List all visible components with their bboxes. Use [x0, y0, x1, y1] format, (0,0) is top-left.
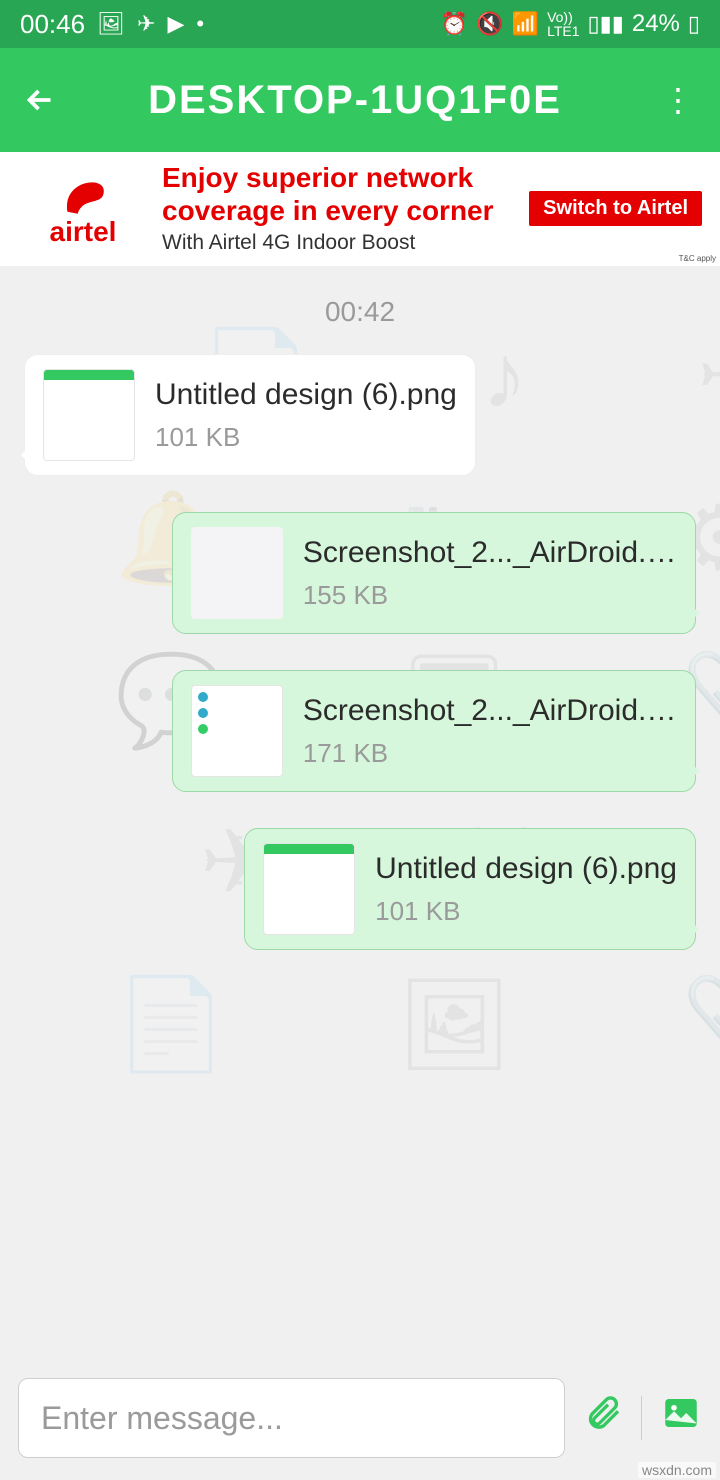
input-bar: Enter message... — [18, 1378, 702, 1458]
file-size: 171 KB — [303, 738, 677, 769]
dot-icon: • — [196, 11, 204, 37]
chat-area: 📄 ♪ ✈ 🔔 📷 ⚙ 💬 🖥 📎 ✉ ✈ 🎮 ♪ 📄 🖼 📎 00:42 Un… — [0, 266, 720, 1370]
separator — [641, 1396, 642, 1440]
file-size: 101 KB — [375, 896, 677, 927]
attach-button[interactable] — [583, 1393, 623, 1443]
file-thumbnail — [191, 685, 283, 777]
ad-logo: airtel — [18, 170, 148, 248]
file-size: 155 KB — [303, 580, 677, 611]
watermark: wsxdn.com — [638, 1462, 716, 1478]
ad-brand: airtel — [50, 216, 117, 248]
message-input[interactable]: Enter message... — [18, 1378, 565, 1458]
battery-icon: ▯ — [688, 11, 700, 37]
message-outgoing[interactable]: Untitled design (6).png 101 KB — [24, 828, 696, 950]
message-outgoing[interactable]: Screenshot_2..._AirDroid.jpg 155 KB — [24, 512, 696, 634]
ad-terms: T&C apply — [679, 254, 716, 263]
wifi-icon: 📶 — [512, 11, 539, 37]
signal-icon: ▯▮▮ — [588, 11, 624, 37]
status-time: 00:46 — [20, 9, 85, 40]
status-right: ⏰ 🔇 📶 Vo))LTE1 ▯▮▮ 24% ▯ — [441, 10, 700, 38]
app-bar: DESKTOP-1UQ1F0E ⋮ — [0, 48, 720, 152]
ad-subheadline: With Airtel 4G Indoor Boost — [162, 231, 529, 255]
file-thumbnail — [43, 369, 135, 461]
message-outgoing[interactable]: Screenshot_2..._AirDroid.jpg 171 KB — [24, 670, 696, 792]
file-size: 101 KB — [155, 422, 457, 453]
overflow-menu-button[interactable]: ⋮ — [658, 81, 698, 119]
page-title: DESKTOP-1UQ1F0E — [52, 78, 658, 123]
battery-percent: 24% — [632, 10, 680, 38]
file-name: Untitled design (6).png — [155, 378, 457, 412]
alarm-icon: ⏰ — [441, 11, 468, 37]
ad-banner[interactable]: airtel Enjoy superior network coverage i… — [0, 152, 720, 266]
image-icon: 🖼 — [97, 11, 125, 37]
file-name: Untitled design (6).png — [375, 852, 677, 886]
ad-cta-button[interactable]: Switch to Airtel — [529, 191, 702, 226]
file-name: Screenshot_2..._AirDroid.jpg — [303, 536, 677, 570]
send-icon: ✈ — [137, 11, 155, 37]
youtube-icon: ▶ — [167, 11, 184, 37]
file-thumbnail — [263, 843, 355, 935]
file-name: Screenshot_2..._AirDroid.jpg — [303, 694, 677, 728]
send-image-button[interactable] — [660, 1392, 702, 1444]
ad-headline: Enjoy superior network coverage in every… — [162, 162, 529, 226]
status-bar: 00:46 🖼 ✈ ▶ • ⏰ 🔇 📶 Vo))LTE1 ▯▮▮ 24% ▯ — [0, 0, 720, 48]
mute-icon: 🔇 — [476, 11, 503, 37]
chat-timestamp: 00:42 — [0, 296, 720, 328]
volte-icon: Vo))LTE1 — [547, 10, 579, 38]
status-left: 00:46 🖼 ✈ ▶ • — [20, 9, 204, 40]
message-incoming[interactable]: Untitled design (6).png 101 KB — [24, 354, 696, 476]
file-thumbnail — [191, 527, 283, 619]
ad-copy: Enjoy superior network coverage in every… — [148, 162, 529, 254]
